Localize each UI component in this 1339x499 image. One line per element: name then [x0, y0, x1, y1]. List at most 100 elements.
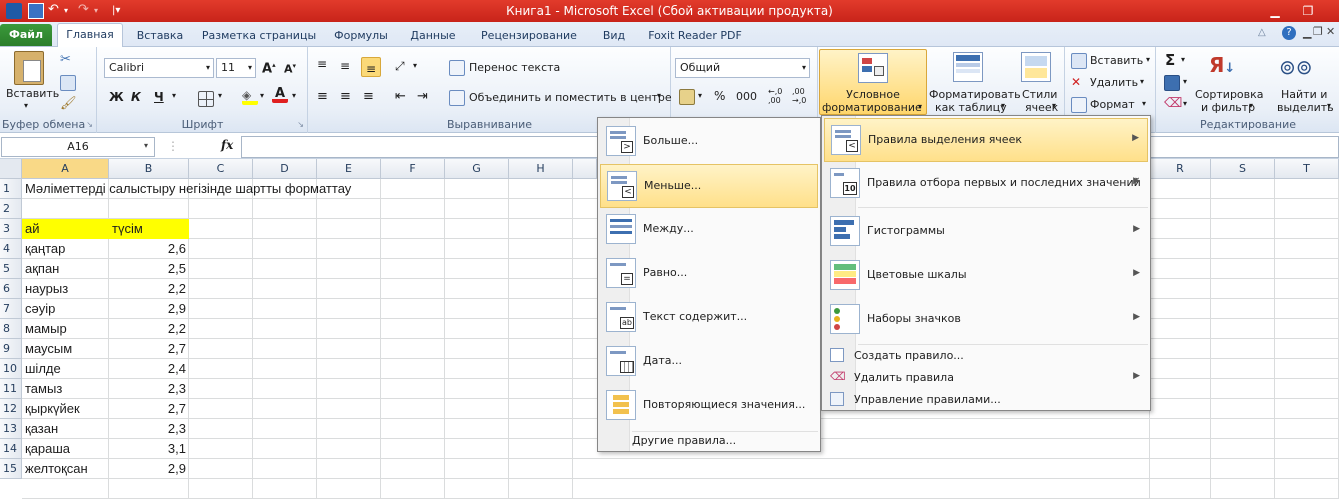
delete-cells-button[interactable]: Удалить — [1090, 76, 1138, 89]
tab-formulas[interactable]: Формулы — [328, 26, 394, 47]
font-color-dropdown-icon[interactable]: ▾ — [292, 91, 296, 100]
menu-item-equal-to[interactable]: = Равно... — [600, 252, 818, 296]
paste-button-label[interactable]: Вставить — [6, 87, 59, 100]
clear-dropdown-icon[interactable]: ▾ — [1183, 99, 1187, 108]
column-header[interactable]: H — [509, 159, 573, 179]
row-header[interactable]: 3 — [0, 219, 22, 239]
column-header[interactable]: G — [445, 159, 509, 179]
tab-view[interactable]: Вид — [594, 26, 634, 47]
menu-item-more-rules[interactable]: Другие правила... — [632, 434, 818, 452]
row-header[interactable]: 2 — [0, 199, 22, 219]
cell-b[interactable]: 2,3 — [109, 419, 189, 439]
font-color-icon[interactable]: A — [272, 87, 288, 103]
underline-button[interactable]: Ч — [154, 90, 164, 104]
cell-a[interactable]: ай — [22, 219, 109, 239]
merge-center-icon[interactable] — [449, 90, 465, 106]
column-header[interactable]: A — [22, 159, 109, 179]
bold-button[interactable]: Ж — [109, 90, 124, 104]
cell-a[interactable]: тамыз — [22, 379, 109, 399]
tab-page-layout[interactable]: Разметка страницы — [199, 26, 319, 47]
cell-b[interactable]: 2,5 — [109, 259, 189, 279]
autosum-dropdown-icon[interactable]: ▾ — [1181, 55, 1185, 64]
name-box[interactable]: A16 — [1, 137, 155, 157]
column-header[interactable]: S — [1211, 159, 1275, 179]
row-header[interactable]: 5 — [0, 259, 22, 279]
column-header[interactable]: E — [317, 159, 381, 179]
format-painter-icon[interactable]: 🖌 — [60, 97, 77, 113]
merge-dropdown-icon[interactable]: ▾ — [657, 91, 661, 100]
column-header[interactable]: F — [381, 159, 445, 179]
collapse-ribbon-icon[interactable]: △ — [1258, 27, 1272, 41]
row-header[interactable]: 1 — [0, 179, 22, 199]
percent-button[interactable]: % — [714, 89, 725, 103]
cell-a[interactable]: ақпан — [22, 259, 109, 279]
format-cells-icon[interactable] — [1071, 97, 1087, 113]
menu-item-new-rule[interactable]: Создать правило... — [824, 345, 1148, 367]
cell-b[interactable]: 2,6 — [109, 239, 189, 259]
cut-icon[interactable]: ✂ — [60, 53, 76, 69]
cell-a[interactable]: шілде — [22, 359, 109, 379]
format-as-table-icon[interactable] — [953, 52, 983, 82]
find-select-label-2[interactable]: выделить — [1277, 101, 1334, 114]
insert-function-icon[interactable]: fx — [221, 138, 233, 152]
conditional-formatting-button[interactable]: Условное форматирование ▾ — [819, 49, 927, 115]
currency-dropdown-icon[interactable]: ▾ — [698, 91, 702, 100]
copy-icon[interactable] — [60, 75, 76, 91]
cell-b[interactable]: 2,2 — [109, 279, 189, 299]
cell-b[interactable] — [109, 199, 189, 219]
wrap-text-icon[interactable] — [449, 60, 465, 76]
help-icon[interactable]: ? — [1282, 26, 1296, 40]
increase-indent-icon[interactable]: ⇥ — [417, 89, 433, 105]
tab-home[interactable]: Главная — [57, 23, 123, 48]
clear-icon[interactable]: ⌫ — [1164, 97, 1182, 113]
tab-insert[interactable]: Вставка — [131, 26, 189, 47]
formula-options-icon[interactable]: ⋮ — [160, 137, 186, 157]
increase-decimal-icon[interactable]: ←,0,00 — [768, 87, 782, 105]
cell-a[interactable]: Мәліметтерді салыстыру негізінде шартты … — [22, 179, 351, 199]
align-middle-icon[interactable]: ≡ — [340, 59, 356, 75]
fill-icon[interactable] — [1164, 75, 1180, 91]
decrease-indent-icon[interactable]: ⇤ — [395, 89, 411, 105]
paste-dropdown-icon[interactable]: ▾ — [24, 101, 28, 110]
find-select-label-1[interactable]: Найти и — [1281, 88, 1327, 101]
column-header-partial[interactable] — [573, 159, 597, 179]
delete-cells-icon[interactable]: ✕ — [1071, 75, 1087, 91]
format-as-table-label-2[interactable]: как таблицу — [935, 101, 1007, 114]
row-header[interactable]: 14 — [0, 439, 22, 459]
menu-item-data-bars[interactable]: Гистограммы ▶ — [824, 210, 1148, 254]
row-header[interactable]: 11 — [0, 379, 22, 399]
borders-dropdown-icon[interactable]: ▾ — [218, 91, 222, 100]
align-top-icon[interactable]: ≡ — [317, 58, 333, 75]
column-header[interactable]: C — [189, 159, 253, 179]
cell-a[interactable]: маусым — [22, 339, 109, 359]
tab-data[interactable]: Данные — [404, 26, 462, 47]
menu-item-manage-rules[interactable]: Управление правилами... — [824, 389, 1148, 411]
currency-icon[interactable] — [679, 89, 695, 105]
menu-item-between[interactable]: Между... — [600, 208, 818, 252]
cell-b[interactable] — [109, 179, 189, 199]
font-size-select[interactable]: 11 ▾ — [216, 58, 256, 78]
tab-review[interactable]: Рецензирование — [473, 26, 585, 47]
borders-icon[interactable] — [198, 91, 214, 107]
menu-item-top-bottom-rules[interactable]: 10 Правила отбора первых и последних зна… — [824, 162, 1148, 206]
sort-filter-label-1[interactable]: Сортировка — [1195, 88, 1264, 101]
align-bottom-icon[interactable]: ≡ — [361, 57, 381, 77]
autosum-icon[interactable]: Σ — [1165, 51, 1175, 69]
workbook-restore-icon[interactable]: ❐ — [1313, 25, 1323, 38]
column-header[interactable]: T — [1275, 159, 1339, 179]
cell-a[interactable]: қазан — [22, 419, 109, 439]
orientation-icon[interactable]: ⤢ — [395, 59, 411, 75]
minimize-icon[interactable]: ▁ — [1262, 1, 1288, 21]
shrink-font-icon[interactable]: A▾ — [284, 62, 296, 76]
underline-dropdown-icon[interactable]: ▾ — [172, 91, 176, 100]
tab-file[interactable]: Файл — [0, 24, 52, 46]
font-name-select[interactable]: Calibri ▾ — [104, 58, 214, 78]
cell-a[interactable]: қыркүйек — [22, 399, 109, 419]
thousands-button[interactable]: 000 — [736, 90, 757, 103]
clipboard-launcher-icon[interactable]: ↘ — [86, 120, 93, 129]
column-header[interactable]: B — [109, 159, 189, 179]
fill-color-dropdown-icon[interactable]: ▾ — [260, 91, 264, 100]
menu-item-duplicate-values[interactable]: Повторяющиеся значения... — [600, 384, 818, 428]
column-header[interactable]: D — [253, 159, 317, 179]
menu-item-less-than[interactable]: < Меньше... — [600, 164, 818, 208]
